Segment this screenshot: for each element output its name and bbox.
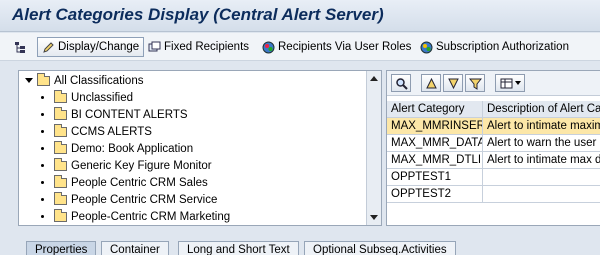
table-row[interactable]: MAX_MMR_DATA Alert to warn the user [387,135,600,152]
tree-item-label: BI CONTENT ALERTS [71,108,188,121]
application-toolbar: Display/Change Fixed Recipients Recipien… [0,33,600,61]
folder-icon [54,106,67,120]
tree-item[interactable]: Demo: Book Application [41,140,193,157]
subscription-authorization-button[interactable]: Subscription Authorization [420,37,569,57]
magnifier-icon [395,77,408,90]
tree-item[interactable]: People Centric CRM Sales [41,174,208,191]
dropdown-arrow-icon [514,81,521,85]
table-cell[interactable]: Alert to warn the user [483,135,600,152]
sort-descending-icon [447,78,459,89]
bullet-icon [41,164,44,167]
globe-authorization-icon [420,41,433,53]
bullet-icon [41,215,44,218]
table-row[interactable]: MAX_MMR_DTLIN Alert to intimate max d [387,152,600,169]
title-bar: Alert Categories Display (Central Alert … [0,0,600,32]
table-cell[interactable]: MAX_MMRINSERT [387,118,483,135]
fixed-recipients-button[interactable]: Fixed Recipients [148,37,249,57]
tab-long-and-short-text[interactable]: Long and Short Text [178,241,299,255]
table-cell[interactable] [483,186,600,203]
hierarchy-icon[interactable] [14,37,27,57]
tab-container[interactable]: Container [101,241,169,255]
sort-ascending-icon [425,77,437,88]
folder-icon [54,89,67,103]
tree-item[interactable]: People-Centric CRM Marketing [41,208,230,225]
table-layout-icon [500,78,512,88]
column-header[interactable]: Alert Category [387,101,483,118]
recipients-via-user-roles-label: Recipients Via User Roles [278,41,412,53]
bullet-icon [41,113,44,116]
folder-icon [37,72,50,86]
tree-scrollbar[interactable] [366,71,381,225]
bullet-icon [41,147,44,150]
bullet-icon [41,130,44,133]
alert-category-grid-panel: Alert Category Description of Alert Cate… [386,70,600,226]
column-header[interactable]: Description of Alert Category [483,101,600,118]
bullet-icon [41,198,44,201]
window-title: Alert Categories Display (Central Alert … [12,5,384,24]
grid-toolbar [387,71,600,96]
folder-icon [54,157,67,171]
tree-item[interactable]: BI CONTENT ALERTS [41,106,188,123]
table-row[interactable]: OPPTEST2 [387,186,600,203]
main-content: All Classifications Unclassified BI CONT… [0,64,600,232]
tree-item[interactable]: People Centric CRM Service [41,191,217,208]
subscription-authorization-label: Subscription Authorization [436,41,569,53]
folder-icon [54,191,67,205]
collapse-arrow-icon[interactable] [25,78,33,83]
tree-item-label: CCMS ALERTS [71,125,152,138]
table-row[interactable]: MAX_MMRINSERT Alert to intimate maximum [387,118,600,135]
table-cell[interactable]: OPPTEST1 [387,169,483,186]
folder-icon [54,174,67,188]
tree-item-label: Unclassified [71,91,133,104]
globe-roles-icon [262,41,275,53]
sort-descending-button[interactable] [443,74,463,92]
scroll-down-icon[interactable] [370,215,378,220]
table-cell[interactable]: Alert to intimate maximum [483,118,600,135]
bullet-icon [41,96,44,99]
table-header-row: Alert Category Description of Alert Cate… [387,101,600,118]
tree-item[interactable]: Unclassified [41,89,133,106]
bullet-icon [41,181,44,184]
display-change-label: Display/Change [58,41,140,53]
table-cell[interactable]: MAX_MMR_DATA [387,135,483,152]
folder-icon [54,140,67,154]
fixed-recipients-label: Fixed Recipients [164,41,250,53]
details-button[interactable] [391,74,411,92]
tree-item-label: People-Centric CRM Marketing [71,210,231,223]
folder-icon [54,123,67,137]
tree-item[interactable]: Generic Key Figure Monitor [41,157,212,174]
filter-button[interactable] [465,74,485,92]
tree-item-label: Demo: Book Application [71,142,194,155]
table-cell[interactable]: OPPTEST2 [387,186,483,203]
sort-ascending-button[interactable] [421,74,441,92]
tab-strip: Properties Container Long and Short Text… [0,235,600,255]
tab-optional-subseq-activities[interactable]: Optional Subseq.Activities [304,241,456,255]
tree-item-label: People Centric CRM Sales [71,176,208,189]
tree-root-label: All Classifications [54,74,144,87]
classification-tree: All Classifications Unclassified BI CONT… [18,70,382,226]
folder-icon [54,208,67,222]
scroll-up-icon[interactable] [370,76,378,81]
tree-root[interactable]: All Classifications [25,72,143,89]
table-cell[interactable]: Alert to intimate max d [483,152,600,169]
tree-item-label: People Centric CRM Service [71,193,218,206]
table-row[interactable]: OPPTEST1 [387,169,600,186]
filter-icon [468,78,482,90]
tree-item[interactable]: CCMS ALERTS [41,123,152,140]
recipients-icon [148,41,161,51]
recipients-via-user-roles-button[interactable]: Recipients Via User Roles [262,37,411,57]
tab-properties[interactable]: Properties [26,241,97,255]
display-change-button[interactable]: Display/Change [37,37,145,57]
table-cell[interactable] [483,169,600,186]
layout-dropdown-button[interactable] [495,74,525,92]
pencil-icon [43,41,54,53]
tree-item-label: Generic Key Figure Monitor [71,159,212,172]
table-cell[interactable]: MAX_MMR_DTLIN [387,152,483,169]
